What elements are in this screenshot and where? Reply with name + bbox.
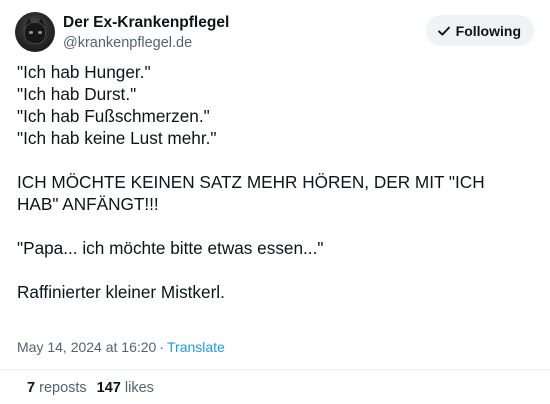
following-button[interactable]: Following	[425, 15, 534, 46]
author-handle[interactable]: @krankenpflegel.de	[63, 33, 229, 53]
author-display-name[interactable]: Der Ex-Krankenpflegel	[63, 13, 229, 33]
post-text: "Ich hab Hunger." "Ich hab Durst." "Ich …	[17, 62, 485, 302]
post-card: Der Ex-Krankenpflegel @krankenpflegel.de…	[0, 0, 550, 404]
cat-eye-left	[29, 31, 33, 34]
post-timestamp[interactable]: May 14, 2024 at 16:20	[17, 339, 156, 355]
divider	[0, 369, 550, 370]
reposts-stat[interactable]: 7 reposts	[27, 380, 87, 396]
reposts-count: 7	[27, 380, 36, 396]
post-stats: 7 reposts 147 likes	[27, 379, 154, 397]
reposts-label: reposts	[39, 380, 87, 396]
likes-label: likes	[124, 380, 154, 396]
likes-count: 147	[96, 380, 121, 396]
following-label: Following	[455, 22, 521, 39]
checkmark-icon	[437, 24, 451, 38]
likes-stat[interactable]: 147 likes	[97, 380, 154, 396]
author-names: Der Ex-Krankenpflegel @krankenpflegel.de	[63, 13, 229, 53]
post-header: Der Ex-Krankenpflegel @krankenpflegel.de…	[15, 12, 535, 56]
cat-head	[25, 23, 45, 43]
post-meta: May 14, 2024 at 16:20 · Translate	[17, 338, 225, 356]
avatar[interactable]	[15, 12, 55, 52]
meta-separator: ·	[159, 339, 164, 355]
translate-link[interactable]: Translate	[167, 339, 225, 355]
cat-eye-right	[38, 31, 42, 34]
